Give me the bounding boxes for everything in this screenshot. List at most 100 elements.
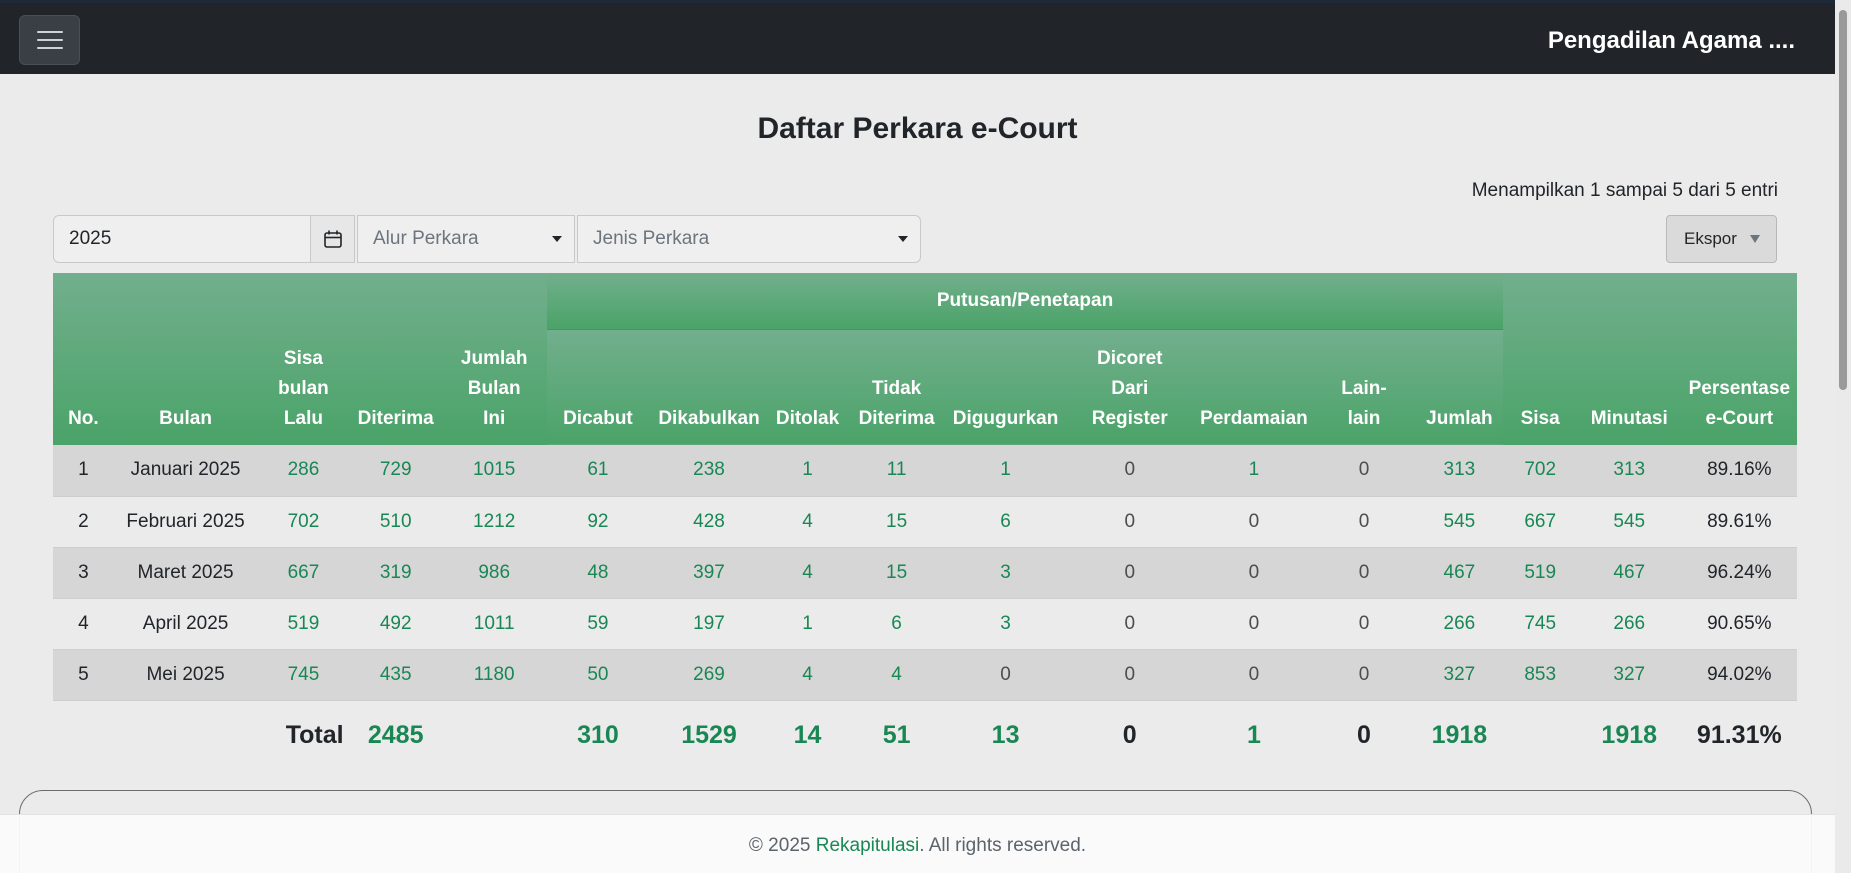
col-header-jumlah[interactable]: Jumlah [1415, 329, 1504, 445]
footer-link[interactable]: Rekapitulasi [816, 835, 920, 856]
page-scrollbar[interactable] [1835, 0, 1851, 873]
cell-dikabulkan[interactable]: 197 [649, 598, 769, 650]
cell-minutasi[interactable]: 467 [1576, 547, 1682, 599]
cell-minutasi[interactable]: 266 [1576, 598, 1682, 650]
cell-jumlah[interactable]: 327 [1415, 649, 1504, 701]
cell-sisa-bulan-lalu[interactable]: 702 [257, 496, 350, 548]
cell-dicabut[interactable]: 50 [546, 649, 650, 701]
total-diterima[interactable]: 2485 [350, 700, 442, 770]
alur-perkara-select[interactable]: Alur Perkara [357, 215, 575, 263]
total-ditolak[interactable]: 14 [769, 700, 847, 770]
total-dicabut[interactable]: 310 [547, 700, 650, 770]
brand-title[interactable]: Pengadilan Agama .... [1548, 27, 1795, 55]
total-digugurkan[interactable]: 13 [947, 700, 1064, 770]
cell-jumlah-bulan-ini[interactable]: 986 [441, 547, 547, 599]
cell-dikabulkan[interactable]: 269 [649, 649, 769, 701]
col-header-persentase[interactable]: Persentase e-Court [1681, 273, 1797, 445]
cell-jumlah[interactable]: 467 [1415, 547, 1504, 599]
col-header-sisa-bulan-lalu[interactable]: Sisa bulan Lalu [257, 273, 350, 445]
cell-ditolak[interactable]: 1 [768, 445, 847, 497]
total-cell-empty [53, 700, 114, 770]
cell-diterima[interactable]: 510 [349, 496, 442, 548]
cell-jumlah[interactable]: 266 [1415, 598, 1504, 650]
col-header-dicoret[interactable]: Dicoret Dari Register [1064, 329, 1196, 445]
cell-jumlah-bulan-ini[interactable]: 1212 [441, 496, 547, 548]
cell-dicabut[interactable]: 92 [546, 496, 650, 548]
cell-dikabulkan[interactable]: 397 [649, 547, 769, 599]
cell-tidak-diterima[interactable]: 11 [846, 445, 947, 497]
cell-tidak-diterima[interactable]: 4 [846, 649, 947, 701]
col-header-minutasi[interactable]: Minutasi [1576, 273, 1682, 445]
cell-minutasi[interactable]: 313 [1576, 445, 1682, 497]
cell-bulan: Mei 2025 [113, 649, 258, 701]
header-line: Persentase [1688, 378, 1791, 399]
col-header-tidak-diterima[interactable]: Tidak Diterima [846, 329, 947, 445]
calendar-icon [323, 230, 342, 248]
cell-diterima[interactable]: 319 [349, 547, 442, 599]
cell-digugurkan[interactable]: 1 [946, 445, 1065, 497]
col-header-sisa[interactable]: Sisa [1503, 273, 1577, 445]
col-header-ditolak[interactable]: Ditolak [768, 329, 847, 445]
cell-minutasi[interactable]: 545 [1576, 496, 1682, 548]
cell-tidak-diterima[interactable]: 15 [846, 547, 947, 599]
export-button[interactable]: Ekspor [1666, 215, 1777, 263]
jenis-perkara-select[interactable]: Jenis Perkara [577, 215, 921, 263]
header-line: Tidak [871, 378, 922, 399]
cell-dikabulkan[interactable]: 428 [649, 496, 769, 548]
cell-sisa[interactable]: 853 [1503, 649, 1577, 701]
cell-sisa-bulan-lalu[interactable]: 286 [257, 445, 350, 497]
cell-sisa[interactable]: 745 [1503, 598, 1577, 650]
col-header-perdamaian[interactable]: Perdamaian [1195, 329, 1313, 445]
cell-ditolak[interactable]: 1 [768, 598, 847, 650]
total-dikabulkan[interactable]: 1529 [649, 700, 768, 770]
cell-jumlah[interactable]: 545 [1415, 496, 1504, 548]
cell-sisa[interactable]: 667 [1503, 496, 1577, 548]
cell-tidak-diterima[interactable]: 6 [846, 598, 947, 650]
col-header-dikabulkan[interactable]: Dikabulkan [649, 329, 769, 445]
cell-perdamaian[interactable]: 1 [1195, 445, 1313, 497]
scrollbar-thumb[interactable] [1839, 10, 1847, 390]
cell-jumlah-bulan-ini[interactable]: 1011 [441, 598, 547, 650]
col-header-dicabut[interactable]: Dicabut [546, 329, 650, 445]
cell-ditolak[interactable]: 4 [768, 649, 847, 701]
year-input[interactable] [53, 215, 311, 263]
total-lain-lain: 0 [1357, 720, 1371, 749]
col-header-bulan[interactable]: Bulan [113, 273, 258, 445]
cell-digugurkan[interactable]: 6 [946, 496, 1065, 548]
cell-ditolak[interactable]: 4 [768, 547, 847, 599]
total-tidak-diterima[interactable]: 51 [846, 700, 947, 770]
cell-dikabulkan[interactable]: 238 [649, 445, 769, 497]
cell-sisa[interactable]: 702 [1503, 445, 1577, 497]
cell-diterima[interactable]: 435 [349, 649, 442, 701]
cell-dicabut[interactable]: 48 [546, 547, 650, 599]
cell-dicabut[interactable]: 59 [546, 598, 650, 650]
cell-minutasi[interactable]: 327 [1576, 649, 1682, 701]
cell-no: 4 [53, 598, 114, 650]
calendar-button[interactable] [311, 215, 355, 263]
cell-sisa-bulan-lalu[interactable]: 745 [257, 649, 350, 701]
col-header-diterima[interactable]: Diterima [349, 273, 442, 445]
cell-diterima[interactable]: 492 [349, 598, 442, 650]
cell-no: 1 [53, 445, 114, 497]
col-header-lain-lain[interactable]: Lain- lain [1312, 329, 1416, 445]
cell-dicabut[interactable]: 61 [546, 445, 650, 497]
cell-tidak-diterima[interactable]: 15 [846, 496, 947, 548]
col-header-no[interactable]: No. [53, 273, 114, 445]
cell-jumlah-bulan-ini[interactable]: 1015 [441, 445, 547, 497]
col-header-jumlah-bulan-ini[interactable]: Jumlah Bulan Ini [441, 273, 547, 445]
cell-sisa[interactable]: 519 [1503, 547, 1577, 599]
cell-jumlah[interactable]: 313 [1415, 445, 1504, 497]
total-jumlah[interactable]: 1918 [1415, 700, 1503, 770]
cell-sisa-bulan-lalu[interactable]: 667 [257, 547, 350, 599]
alur-perkara-placeholder: Alur Perkara [373, 228, 479, 249]
col-header-digugurkan[interactable]: Digugurkan [946, 329, 1065, 445]
cell-jumlah-bulan-ini[interactable]: 1180 [441, 649, 547, 701]
total-perdamaian[interactable]: 1 [1195, 700, 1312, 770]
cell-diterima[interactable]: 729 [349, 445, 442, 497]
cell-sisa-bulan-lalu[interactable]: 519 [257, 598, 350, 650]
total-minutasi[interactable]: 1918 [1577, 700, 1682, 770]
cell-digugurkan[interactable]: 3 [946, 598, 1065, 650]
hamburger-menu-icon[interactable] [19, 15, 80, 65]
cell-ditolak[interactable]: 4 [768, 496, 847, 548]
cell-digugurkan[interactable]: 3 [946, 547, 1065, 599]
